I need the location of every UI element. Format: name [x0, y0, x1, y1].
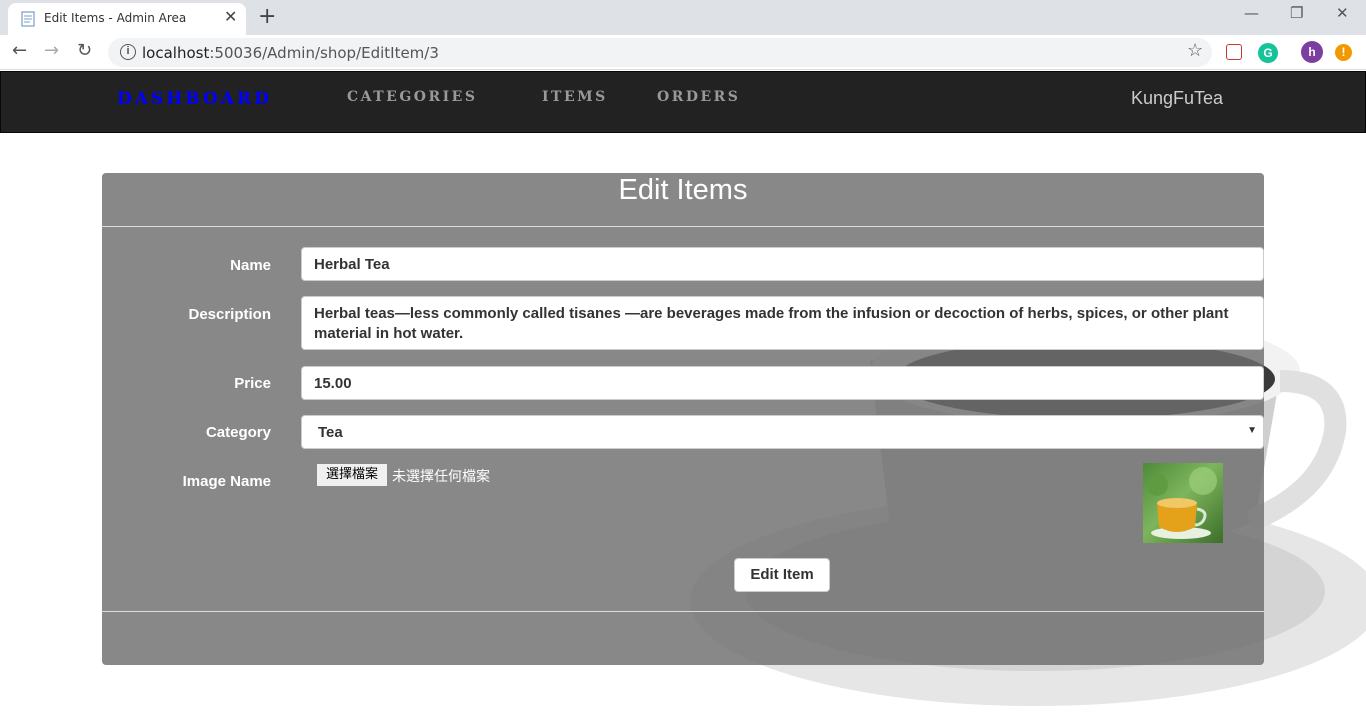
description-textarea[interactable]: Herbal teas—less commonly called tisanes… — [301, 296, 1264, 350]
file-status-text: 未選擇任何檔案 — [392, 469, 490, 485]
tab-title: Edit Items - Admin Area — [44, 11, 187, 25]
panel-title: Edit Items — [102, 173, 1264, 227]
url-path: :50036/Admin/shop/EditItem/3 — [209, 44, 439, 62]
profile-avatar[interactable]: h — [1301, 41, 1323, 63]
restore-icon[interactable]: ❐ — [1290, 4, 1303, 22]
reload-icon[interactable]: ↻ — [77, 40, 92, 61]
description-label: Description — [188, 306, 271, 323]
forward-icon[interactable]: → — [44, 40, 59, 61]
name-input[interactable]: Herbal Tea — [301, 247, 1264, 281]
browser-tab[interactable]: Edit Items - Admin Area ✕ — [8, 3, 246, 35]
category-select[interactable]: Tea ▼ — [301, 415, 1264, 449]
edit-item-panel: Edit Items Name Herbal Tea Description H… — [102, 173, 1264, 665]
item-thumbnail-image — [1143, 463, 1223, 543]
site-name-link[interactable]: KungFuTea — [1131, 88, 1223, 109]
nav-items-link[interactable]: ITEMS — [542, 89, 608, 105]
page-favicon-icon — [21, 11, 35, 27]
address-bar[interactable]: i localhost:50036/Admin/shop/EditItem/3 … — [108, 38, 1212, 67]
back-icon[interactable]: ← — [12, 40, 27, 61]
top-navbar: DASHBOARD CATEGORIES ITEMS ORDERS KungFu… — [0, 71, 1366, 133]
panel-footer — [102, 611, 1264, 665]
category-selected-value: Tea — [318, 424, 343, 441]
tea-glass-icon — [1146, 467, 1217, 539]
new-tab-icon[interactable]: + — [258, 4, 276, 29]
category-label: Category — [205, 424, 271, 441]
chevron-down-icon: ▼ — [1247, 425, 1257, 436]
grammarly-extension-icon[interactable]: G — [1258, 43, 1278, 63]
alert-icon[interactable]: ! — [1335, 44, 1352, 61]
price-input[interactable]: 15.00 — [301, 366, 1264, 400]
tab-close-icon[interactable]: ✕ — [224, 7, 237, 26]
choose-file-button[interactable]: 選擇檔案 — [316, 463, 388, 487]
bookmark-star-icon[interactable]: ☆ — [1187, 40, 1203, 61]
image-name-label: Image Name — [182, 473, 271, 490]
url-host: localhost — [142, 44, 210, 62]
nav-orders-link[interactable]: ORDERS — [657, 89, 740, 105]
pocket-extension-icon[interactable] — [1226, 44, 1242, 60]
nav-categories-link[interactable]: CATEGORIES — [347, 89, 477, 105]
page: DASHBOARD CATEGORIES ITEMS ORDERS KungFu… — [0, 71, 1366, 728]
url-text[interactable]: localhost:50036/Admin/shop/EditItem/3 — [142, 44, 439, 62]
browser-tabstrip: Edit Items - Admin Area ✕ + — ❐ ✕ — [0, 0, 1366, 35]
browser-toolbar: ← → ↻ i localhost:50036/Admin/shop/EditI… — [0, 35, 1366, 70]
name-label: Name — [230, 257, 271, 274]
site-info-icon[interactable]: i — [120, 44, 136, 60]
nav-dashboard-link[interactable]: DASHBOARD — [117, 89, 272, 109]
price-label: Price — [234, 375, 271, 392]
edit-item-button[interactable]: Edit Item — [734, 558, 830, 592]
window-close-icon[interactable]: ✕ — [1336, 4, 1349, 22]
minimize-icon[interactable]: — — [1244, 4, 1259, 22]
